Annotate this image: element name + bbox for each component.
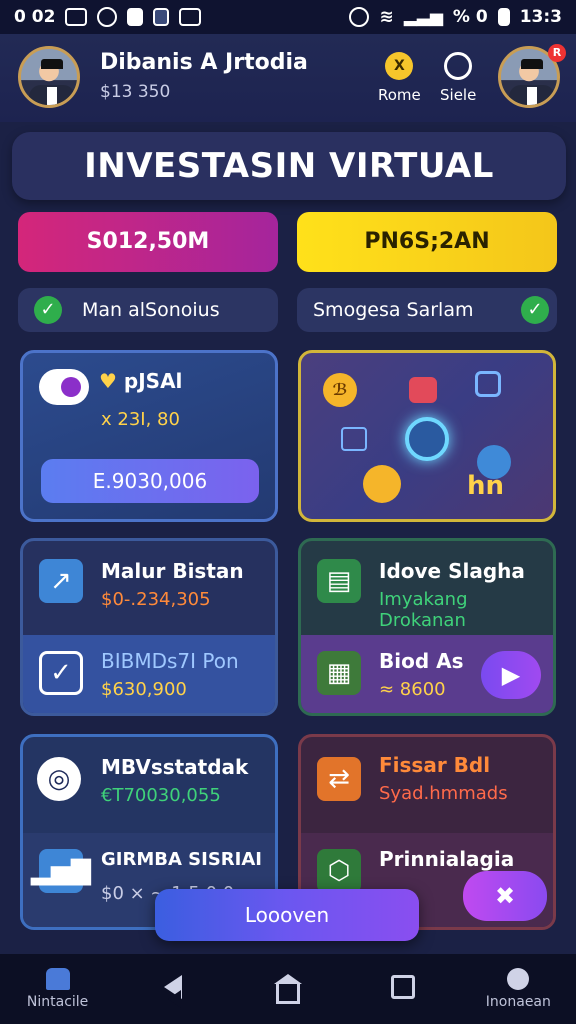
- lock-icon: [153, 8, 170, 26]
- statistics-value: €T70030,055: [101, 785, 221, 806]
- storage-sub-value: ≈ 8600: [379, 679, 446, 700]
- storage-sub-title: Biod As: [379, 649, 464, 673]
- nav-home[interactable]: Nintacile: [8, 968, 108, 1010]
- settings-icon: [97, 7, 118, 27]
- exchange-title: Fissar Bdl: [379, 753, 491, 777]
- portfolio-value: $0-.234,305: [101, 589, 211, 610]
- target-icon: ◎: [37, 757, 81, 801]
- portfolio-title: Malur Bistan: [101, 559, 244, 583]
- nav-home-label: Nintacile: [26, 994, 89, 1010]
- card-network-illustration[interactable]: ℬ hn: [298, 350, 556, 522]
- nav-recents[interactable]: [353, 975, 453, 1003]
- network-caption: hn: [467, 471, 505, 501]
- bag-icon: [127, 8, 144, 26]
- statistics-sub-title: GIRMBA SISRIAI: [101, 849, 262, 870]
- close-action-button[interactable]: ✖: [463, 871, 547, 921]
- checkbox-icon: ✓: [39, 651, 83, 695]
- keyboard-icon: [179, 8, 202, 26]
- user-avatar[interactable]: [18, 46, 80, 108]
- signal-icon: ▂▃▅: [403, 7, 443, 27]
- primary-action-button[interactable]: Loooven: [155, 889, 419, 941]
- chat-bubble-icon: [39, 369, 89, 405]
- user-name: Dibanis A Jrtodia: [100, 50, 308, 75]
- chart-icon: [475, 371, 501, 397]
- check-item-right[interactable]: Smogesa Sarlam ✓: [297, 288, 557, 332]
- profile-label: Siele: [440, 86, 477, 104]
- storage-title: Idove Slagha: [379, 559, 525, 583]
- status-time: 13:3: [519, 7, 562, 27]
- battery-icon: [497, 8, 510, 26]
- nav-home-system[interactable]: [238, 974, 338, 1004]
- wallet-value: x 23I, 80: [101, 409, 180, 430]
- notification-badge: R: [548, 44, 566, 62]
- status-bar: 0 02 ≋ ▂▃▅ % 0 13:3: [0, 0, 576, 34]
- coin-icon: ℬ: [323, 373, 357, 407]
- hub-node-icon: [405, 417, 449, 461]
- page-title: INVESTASIN VIRTUAL: [12, 132, 566, 200]
- wallet-amount-button[interactable]: E.9030,006: [41, 459, 259, 503]
- check-icon: ✓: [34, 296, 62, 324]
- house-icon: [45, 968, 70, 990]
- card-virtual-wallet[interactable]: ♥ pJSAl x 23I, 80 E.9030,006: [20, 350, 278, 522]
- nav-profile[interactable]: Inonaean: [468, 968, 568, 1010]
- recents-icon: [391, 975, 416, 999]
- wallet-title: ♥ pJSAl: [99, 369, 183, 393]
- profile-button[interactable]: Siele: [440, 52, 476, 104]
- check-icon: ✓: [521, 296, 549, 324]
- check-label-left: Man alSonoius: [82, 299, 220, 321]
- storage-lower-panel: ▦ Biod As ≈ 8600 ▶: [301, 635, 553, 713]
- trend-up-icon: ↗: [39, 559, 83, 603]
- app-header: Dibanis A Jrtodia $13 350 X Rome Siele R: [0, 34, 576, 122]
- check-label-right: Smogesa Sarlam: [313, 299, 474, 321]
- play-button[interactable]: ▶: [481, 651, 541, 699]
- home-label: Rome: [378, 86, 421, 104]
- home-button[interactable]: X Rome: [378, 52, 421, 104]
- card-storage[interactable]: ▤ Idove Slagha Imyakang Drokanan ▦ Biod …: [298, 538, 556, 716]
- coin-icon: X: [385, 52, 414, 80]
- exchange-sub-title: Prinnialagia: [379, 847, 515, 871]
- storage-sub: Imyakang Drokanan: [379, 589, 468, 631]
- user-balance: $13 350: [100, 82, 171, 102]
- coin-icon: [363, 465, 401, 503]
- stack-icon: ▦: [317, 651, 361, 695]
- status-left-text: 0 02: [14, 7, 56, 27]
- card-portfolio[interactable]: ↗ Malur Bistan $0-.234,305 ✓ BIBMDs7I Po…: [20, 538, 278, 716]
- portfolio-lower-panel: ✓ BIBMDs7I Pon $630,900: [23, 635, 275, 713]
- balance-pill-left[interactable]: S012,50M: [18, 212, 278, 272]
- circle-icon: [444, 52, 473, 80]
- lock-icon: [341, 427, 367, 451]
- box-icon: ▤: [317, 559, 361, 603]
- bank-icon: [409, 377, 437, 403]
- portfolio-sub-title: BIBMDs7I Pon: [101, 649, 239, 673]
- user-icon: [507, 968, 530, 990]
- bar-chart-icon: ▂▅▇: [31, 849, 91, 893]
- nav-profile-label: Inonaean: [485, 994, 551, 1010]
- wifi-icon: ≋: [379, 7, 394, 27]
- check-item-left[interactable]: ✓ Man alSonoius: [18, 288, 278, 332]
- image-icon: [65, 8, 88, 26]
- exchange-sub: Syad.hmmads: [379, 783, 508, 804]
- statistics-title: MBVsstatdak: [101, 755, 249, 779]
- battery-text: % 0: [452, 7, 488, 27]
- exchange-icon: ⇄: [317, 757, 361, 801]
- balance-pill-right[interactable]: PN6S;2AN: [297, 212, 557, 272]
- bottom-nav: Nintacile Inonaean: [0, 954, 576, 1024]
- portfolio-sub-value: $630,900: [101, 679, 187, 700]
- alarm-icon: [349, 7, 370, 27]
- nav-back[interactable]: [123, 975, 223, 1008]
- shield-icon: ⬡: [317, 849, 361, 893]
- back-icon: [163, 975, 182, 1008]
- home-outline-icon: [273, 974, 302, 1004]
